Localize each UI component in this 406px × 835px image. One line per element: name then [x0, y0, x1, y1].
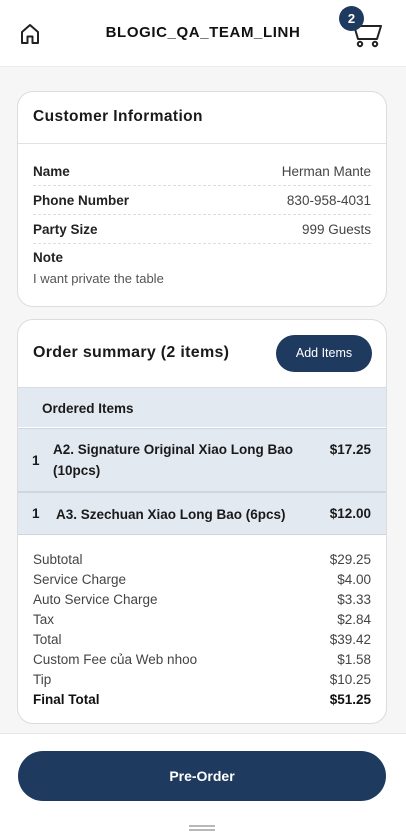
- summary-label: Subtotal: [33, 552, 83, 567]
- page-title: BLOGIC_QA_TEAM_LINH: [105, 24, 301, 41]
- app-header: BLOGIC_QA_TEAM_LINH 2: [0, 0, 406, 67]
- summary-label: Tax: [33, 612, 55, 627]
- summary-label: Final Total: [33, 692, 100, 707]
- item-name: A2. Signature Original Xiao Long Bao (10…: [53, 442, 294, 478]
- home-button[interactable]: [18, 22, 42, 46]
- summary-value: $2.84: [337, 612, 371, 627]
- summary-row-final-total: Final Total $51.25: [33, 692, 371, 712]
- summary-value: $3.33: [337, 592, 371, 607]
- info-label: Name: [33, 164, 70, 179]
- order-summary-title: Order summary (2 items): [33, 344, 230, 361]
- order-item-row[interactable]: 1 A3. Szechuan Xiao Long Bao (6pcs) $12.…: [18, 492, 386, 535]
- summary-label: Auto Service Charge: [33, 592, 158, 607]
- summary-value: $39.42: [329, 632, 371, 647]
- customer-info-card: Customer Information Name Herman Mante P…: [17, 91, 387, 307]
- summary-value: $10.25: [329, 672, 371, 687]
- summary-label: Service Charge: [33, 572, 127, 587]
- note-text: I want private the table: [33, 271, 164, 286]
- order-item-row[interactable]: 1 A2. Signature Original Xiao Long Bao (…: [18, 428, 386, 492]
- info-value: 999 Guests: [301, 222, 371, 237]
- bottom-action-bar: Pre-Order: [0, 733, 406, 835]
- summary-row-service-charge: Service Charge $4.00: [33, 572, 371, 592]
- summary-label: Custom Fee của Web nhoo: [33, 652, 198, 667]
- ordered-items-heading: Ordered Items: [18, 387, 386, 427]
- drag-handle-icon[interactable]: [189, 825, 215, 831]
- summary-row-auto-service-charge: Auto Service Charge $3.33: [33, 592, 371, 612]
- summary-label: Total: [33, 632, 62, 647]
- summary-label: Tip: [33, 672, 52, 687]
- item-name: A3. Szechuan Xiao Long Bao (6pcs): [56, 507, 286, 522]
- info-label: Party Size: [33, 222, 98, 237]
- item-price: $12.00: [329, 506, 371, 521]
- cart-count-badge: 2: [339, 6, 364, 31]
- info-label: Phone Number: [33, 193, 130, 208]
- summary-value: $51.25: [329, 692, 371, 707]
- customer-info-heading: Customer Information: [18, 92, 386, 144]
- item-quantity: 1: [32, 506, 40, 521]
- item-price: $17.25: [329, 442, 371, 457]
- info-row-name: Name Herman Mante: [33, 157, 371, 186]
- note-label: Note: [33, 250, 63, 265]
- home-icon: [21, 24, 39, 44]
- summary-row-total: Total $39.42: [33, 632, 371, 652]
- info-value: 830-958-4031: [286, 193, 371, 208]
- pre-order-button[interactable]: Pre-Order: [18, 751, 386, 801]
- summary-value: $4.00: [337, 572, 371, 587]
- summary-row-custom-fee: Custom Fee của Web nhoo $1.58: [33, 652, 371, 672]
- add-items-button[interactable]: Add Items: [276, 335, 372, 372]
- info-row-party-size: Party Size 999 Guests: [33, 215, 371, 244]
- summary-row-tip: Tip $10.25: [33, 672, 371, 692]
- order-summary-card: Order summary (2 items) Add Items Ordere…: [17, 319, 387, 724]
- info-value: Herman Mante: [281, 164, 371, 179]
- summary-row-subtotal: Subtotal $29.25: [33, 552, 371, 572]
- info-row-phone: Phone Number 830-958-4031: [33, 186, 371, 215]
- item-quantity: 1: [32, 453, 40, 468]
- summary-value: $1.58: [337, 652, 371, 667]
- summary-row-tax: Tax $2.84: [33, 612, 371, 632]
- summary-value: $29.25: [329, 552, 371, 567]
